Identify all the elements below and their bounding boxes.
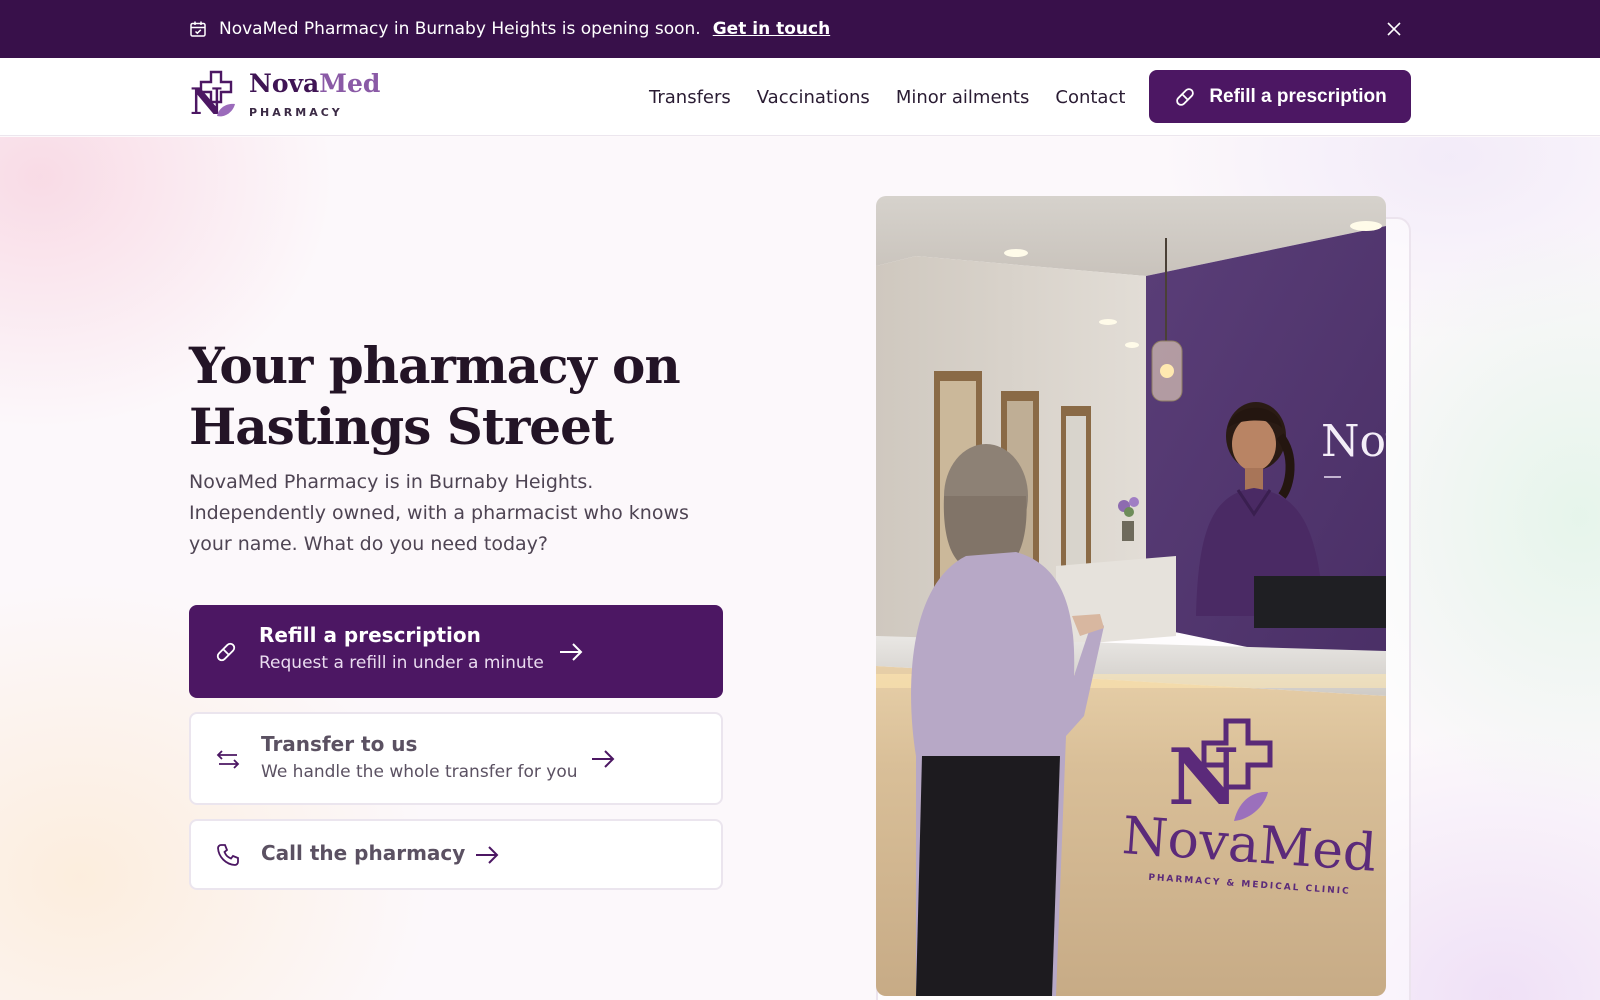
transfer-to-us-button[interactable]: Transfer to us We handle the whole trans… xyxy=(189,712,723,805)
pharmacy-photo: Nov N NovaMed xyxy=(876,196,1386,996)
calendar-icon xyxy=(190,21,206,37)
announcement-link[interactable]: Get in touch xyxy=(713,19,830,39)
hero-section: Your pharmacy on Hastings Street NovaMed… xyxy=(0,137,1600,1000)
pharmacy-counter-illustration: Nov N NovaMed xyxy=(876,196,1386,996)
hero-title: Your pharmacy on Hastings Street xyxy=(189,336,681,456)
site-header: N NovaMed PHARMACY Transfers Vaccination… xyxy=(0,58,1600,136)
main-nav: Transfers Vaccinations Minor ailments Co… xyxy=(649,58,1125,136)
header-refill-button[interactable]: Refill a prescription xyxy=(1149,70,1411,123)
pill-icon xyxy=(1176,87,1195,106)
hero-lead: NovaMed Pharmacy is in Burnaby Heights. … xyxy=(189,471,689,555)
refill-title: Refill a prescription xyxy=(259,623,481,647)
announcement-content: NovaMed Pharmacy in Burnaby Heights is o… xyxy=(189,0,830,58)
transfer-title: Transfer to us xyxy=(261,732,418,756)
announcement-text: NovaMed Pharmacy in Burnaby Heights is o… xyxy=(219,19,701,39)
brand-name-first: Nova xyxy=(249,69,320,98)
phone-icon xyxy=(217,843,239,866)
transfer-subtitle: We handle the whole transfer for you xyxy=(261,762,578,782)
transfer-icon xyxy=(216,749,240,769)
arrow-right-icon xyxy=(476,845,499,864)
nav-minor-ailments[interactable]: Minor ailments xyxy=(896,87,1030,108)
nav-transfers[interactable]: Transfers xyxy=(649,87,731,108)
brand-name-second: Med xyxy=(319,69,381,98)
arrow-right-icon xyxy=(592,749,615,768)
refill-prescription-button[interactable]: Refill a prescription Request a refill i… xyxy=(189,605,723,698)
nav-contact[interactable]: Contact xyxy=(1055,87,1125,108)
arrow-right-icon xyxy=(560,642,583,661)
svg-text:Nov: Nov xyxy=(1321,416,1386,467)
pill-icon xyxy=(216,642,236,661)
call-title: Call the pharmacy xyxy=(261,841,466,865)
close-icon[interactable] xyxy=(1384,19,1404,39)
refill-subtitle: Request a refill in under a minute xyxy=(259,653,544,673)
logo-mark-icon: N xyxy=(190,70,235,120)
brand-subtitle: PHARMACY xyxy=(249,106,343,119)
announcement-bar: NovaMed Pharmacy in Burnaby Heights is o… xyxy=(0,0,1600,58)
header-refill-label: Refill a prescription xyxy=(1209,85,1387,107)
call-pharmacy-button[interactable]: Call the pharmacy xyxy=(189,819,723,890)
nav-vaccinations[interactable]: Vaccinations xyxy=(757,87,870,108)
brand-logo[interactable]: N NovaMed PHARMACY xyxy=(189,70,380,120)
brand-name: NovaMed xyxy=(249,71,380,96)
